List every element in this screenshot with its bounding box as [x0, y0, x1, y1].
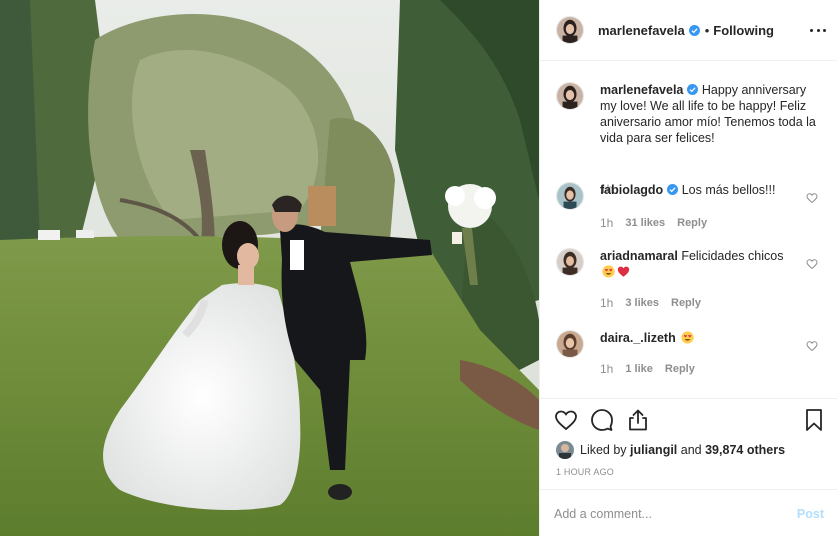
heart-eyes-emoji — [681, 331, 694, 344]
add-comment-bar: Post — [540, 489, 837, 536]
action-icons — [554, 408, 650, 432]
caption-body: marlenefavela Happy anniversary my love!… — [600, 82, 818, 146]
liked-by-summary: Liked by juliangil and 39,874 others — [556, 441, 785, 459]
post-timestamp[interactable]: 1 HOUR AGO — [556, 467, 614, 477]
small-heart-icon[interactable] — [806, 340, 818, 352]
wedding-photo — [0, 0, 539, 536]
commenter-avatar[interactable] — [556, 248, 584, 276]
post-actions: Liked by juliangil and 39,874 others 1 H… — [540, 398, 837, 536]
comment-time[interactable]: 1h — [600, 362, 613, 376]
comment-meta: 1h 31 likes Reply — [600, 216, 707, 230]
post-header: marlenefavela • Following — [540, 0, 837, 61]
avatar-image — [557, 249, 583, 275]
heart-icon[interactable] — [554, 408, 578, 432]
commenter-avatar[interactable] — [556, 330, 584, 358]
comment-icon[interactable] — [590, 408, 614, 432]
avatar-image — [557, 17, 583, 43]
comment-likes[interactable]: 3 likes — [625, 297, 659, 309]
more-options-icon[interactable] — [810, 22, 826, 38]
liked-by-joiner: and — [680, 443, 702, 457]
separator-dot: • — [704, 22, 710, 38]
header-text: marlenefavela • Following — [598, 23, 774, 38]
verified-icon — [667, 184, 679, 195]
avatar-image — [557, 83, 583, 109]
red-heart-emoji — [617, 266, 630, 277]
small-heart-icon[interactable] — [806, 258, 818, 270]
comment-likes[interactable]: 31 likes — [625, 217, 665, 229]
reply-button[interactable]: Reply — [665, 363, 695, 375]
share-icon[interactable] — [626, 408, 650, 432]
comment-text: Los más bellos!!! — [681, 183, 776, 197]
liked-by-others[interactable]: 39,874 others — [705, 443, 785, 457]
caption-username[interactable]: marlenefavela — [600, 83, 683, 97]
post-photo[interactable] — [0, 0, 539, 536]
liked-by-user[interactable]: juliangil — [630, 443, 677, 457]
comment-time[interactable]: 1h — [600, 216, 613, 230]
comment-meta: 1h 3 likes Reply — [600, 296, 701, 310]
comment-username[interactable]: ariadnamaral — [600, 249, 678, 263]
comment-likes[interactable]: 1 like — [625, 363, 653, 375]
comment-time[interactable]: 1h — [600, 296, 613, 310]
caption-avatar[interactable] — [556, 82, 584, 110]
commenter-avatar[interactable] — [556, 182, 584, 210]
avatar-image — [557, 331, 583, 357]
comments-list: marlenefavela Happy anniversary my love!… — [540, 62, 837, 398]
liked-by-prefix: Liked by — [580, 443, 627, 457]
heart-eyes-emoji — [602, 265, 615, 278]
verified-icon — [687, 84, 699, 95]
author-username[interactable]: marlenefavela — [598, 23, 685, 38]
comment-text: Felicidades chicos — [681, 249, 784, 263]
comment-username[interactable]: daira._.lizeth — [600, 331, 676, 345]
liker-avatar[interactable] — [556, 441, 574, 459]
comment-input[interactable] — [554, 506, 797, 521]
comment-body: daira._.lizeth — [600, 330, 800, 346]
avatar-image — [556, 441, 574, 459]
reply-button[interactable]: Reply — [671, 297, 701, 309]
reply-button[interactable]: Reply — [677, 217, 707, 229]
post-sidebar: marlenefavela • Following marlenefavela … — [539, 0, 837, 536]
post-button[interactable]: Post — [797, 507, 824, 521]
verified-icon — [688, 24, 700, 36]
comment-body: fabiolagdo Los más bellos!!! — [600, 182, 800, 198]
comment-username[interactable]: fabiolagdo — [600, 183, 663, 197]
instagram-post-modal: marlenefavela • Following marlenefavela … — [0, 0, 837, 536]
bookmark-icon[interactable] — [802, 408, 826, 432]
author-avatar[interactable] — [556, 16, 584, 44]
following-button[interactable]: Following — [713, 23, 774, 38]
comment-body: ariadnamaral Felicidades chicos — [600, 248, 800, 280]
comment-meta: 1h 1 like Reply — [600, 362, 695, 376]
avatar-image — [557, 183, 583, 209]
small-heart-icon[interactable] — [806, 192, 818, 204]
